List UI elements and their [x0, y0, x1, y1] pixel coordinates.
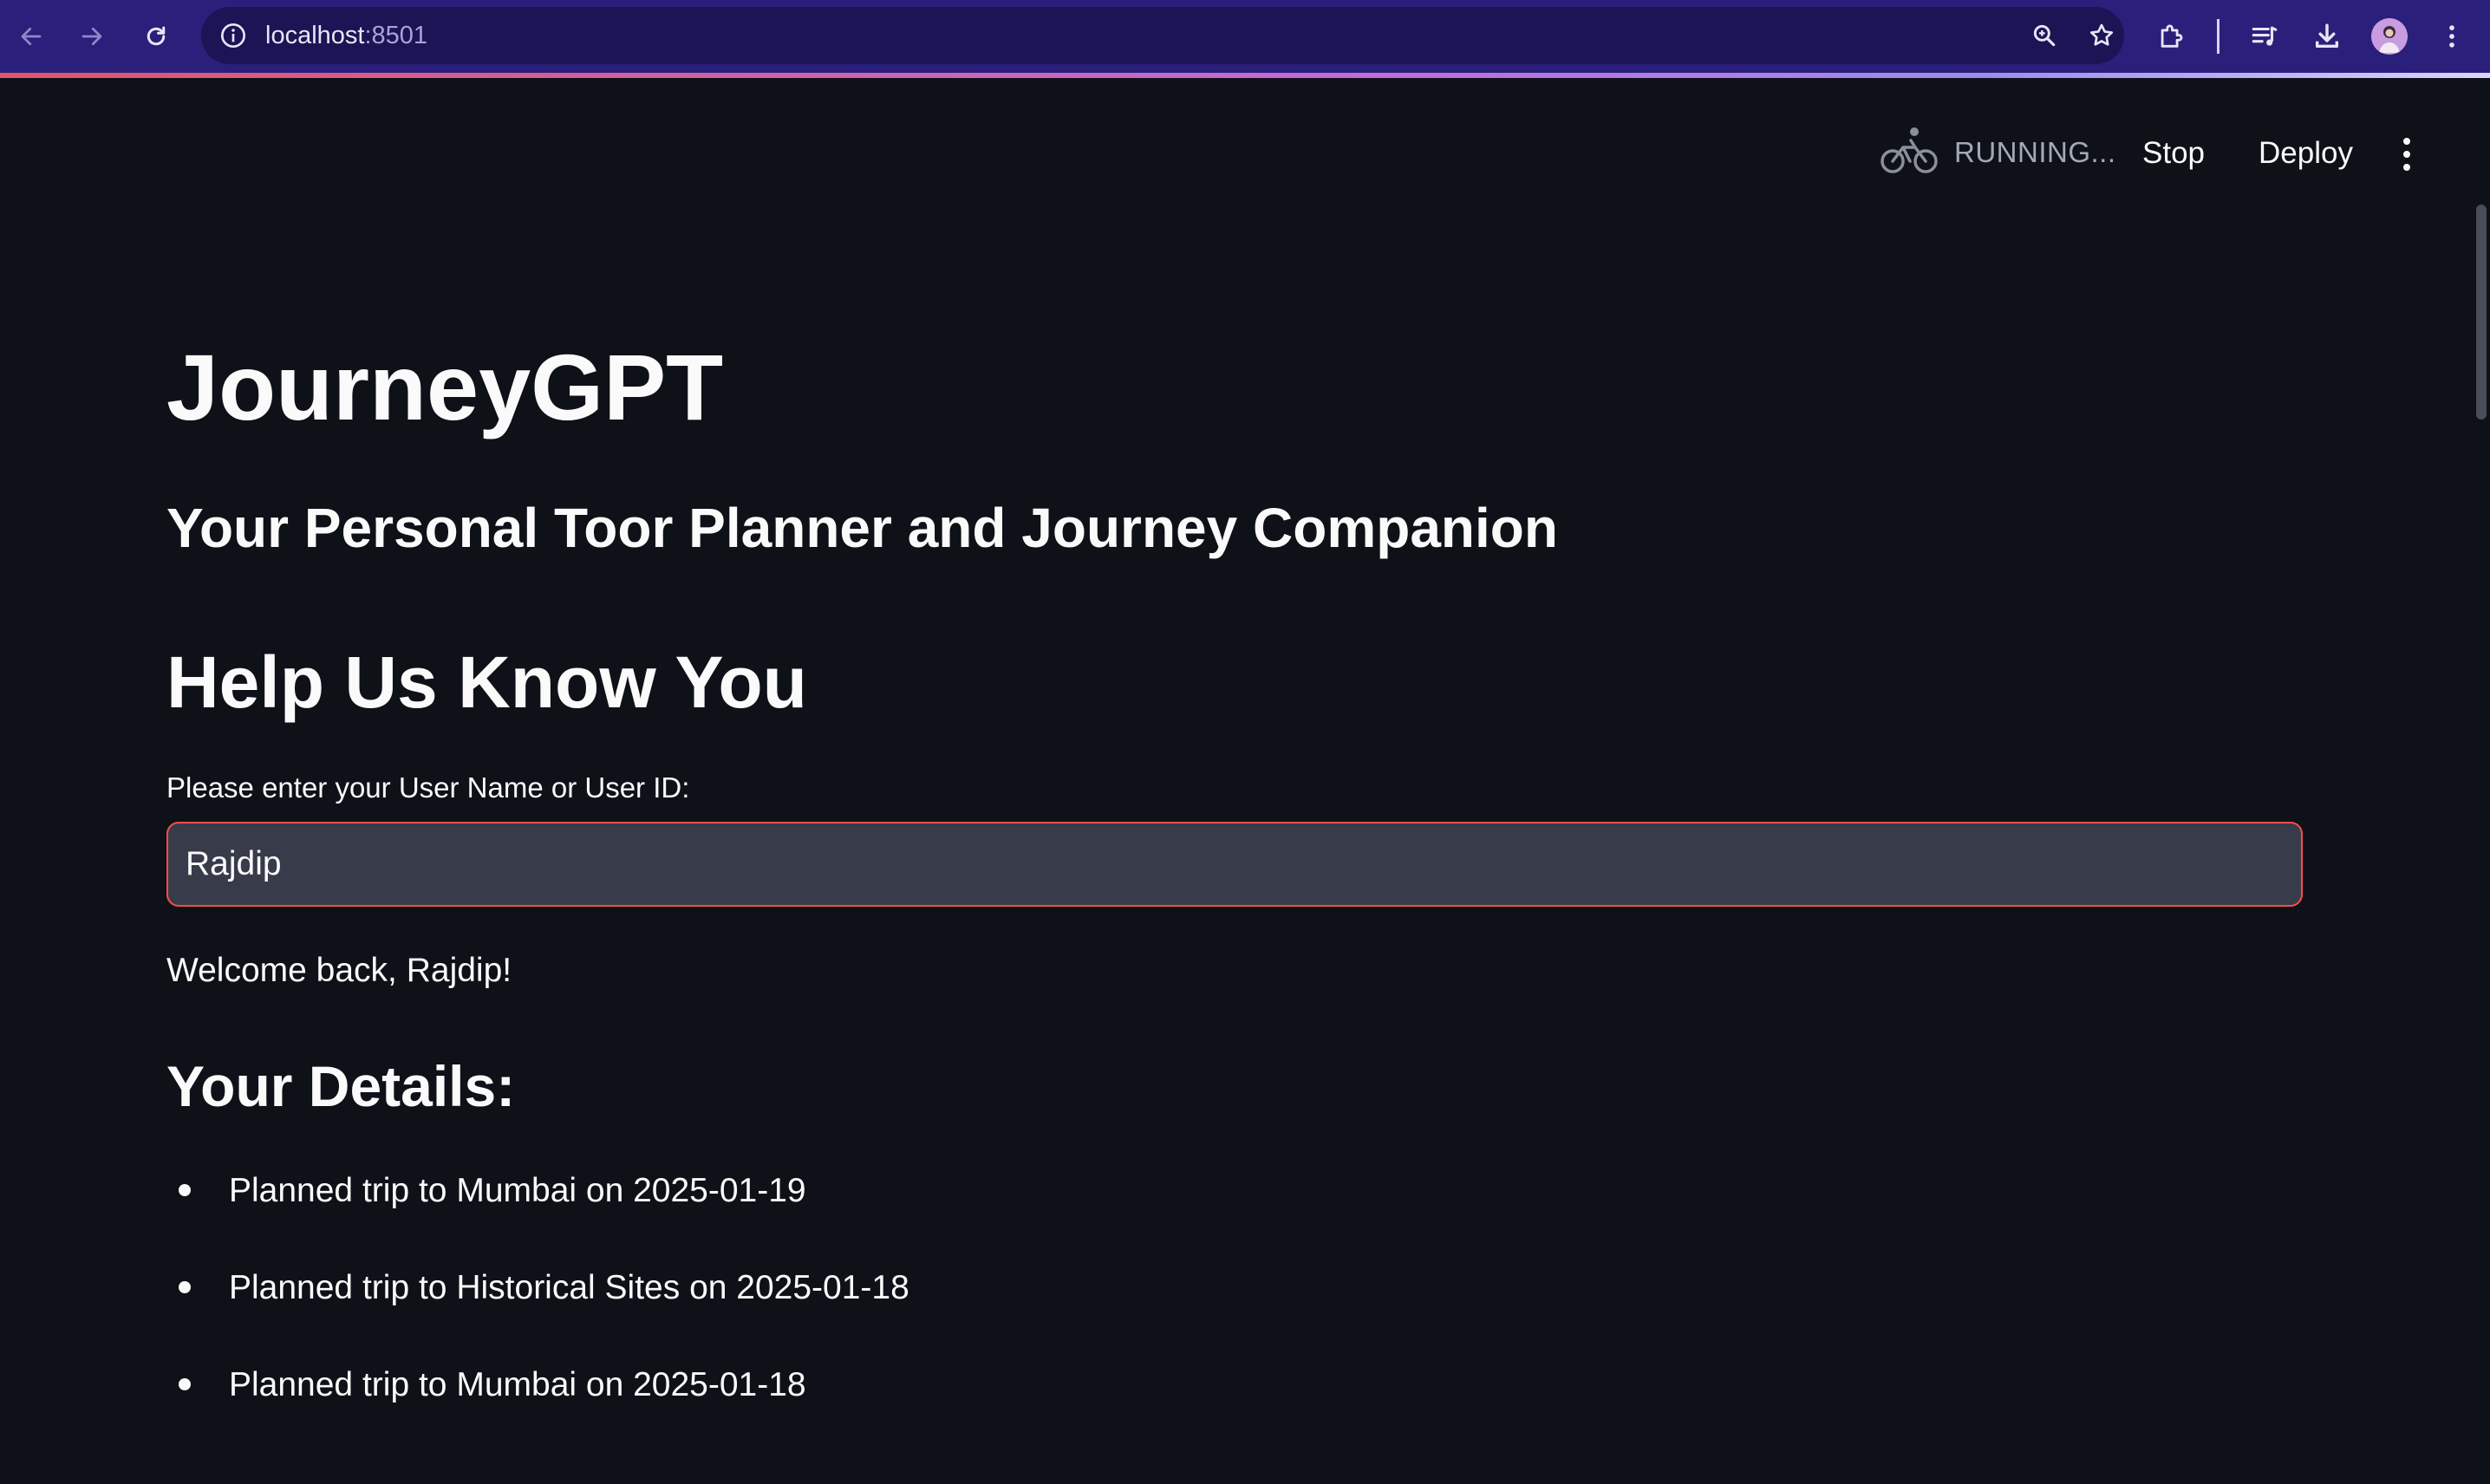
details-list: Planned trip to Mumbai on 2025-01-19 Pla…: [166, 1165, 909, 1456]
list-item-text: Planned trip to Historical Sites on 2025…: [229, 1269, 909, 1306]
reload-icon[interactable]: [137, 17, 175, 55]
list-item: Planned trip to Historical Sites on 2025…: [166, 1262, 909, 1359]
list-item: Planned trip to Mumbai on 2025-01-18: [166, 1359, 909, 1456]
bicycle-running-icon: [1880, 125, 1939, 181]
site-info-icon[interactable]: [218, 21, 248, 50]
bullet: [179, 1184, 191, 1196]
list-item: Planned trip to Mumbai on 2025-01-19: [166, 1165, 909, 1262]
list-item-text: Planned trip to Mumbai on 2025-01-18: [229, 1366, 806, 1403]
forward-arrow-icon[interactable]: [73, 17, 111, 55]
page-subtitle: Your Personal Toor Planner and Journey C…: [166, 497, 1558, 559]
details-heading: Your Details:: [166, 1054, 516, 1118]
section-title: Help Us Know You: [166, 641, 807, 723]
welcome-message: Welcome back, Rajdip!: [166, 952, 512, 989]
url-text: localhost:8501: [265, 7, 427, 64]
url-port: :8501: [364, 22, 428, 49]
toolbar-divider: [2217, 19, 2219, 54]
download-icon[interactable]: [2306, 16, 2348, 57]
page-title: JourneyGPT: [166, 335, 724, 439]
bullet: [179, 1281, 191, 1293]
back-arrow-icon[interactable]: [12, 17, 50, 55]
scrollbar[interactable]: [2476, 205, 2487, 420]
profile-avatar[interactable]: [2371, 18, 2408, 55]
zoom-icon[interactable]: [2027, 18, 2062, 53]
browser-menu-icon[interactable]: [2431, 16, 2473, 57]
media-queue-icon[interactable]: [2244, 16, 2285, 57]
url-host: localhost: [265, 22, 365, 49]
loading-progress-bar: [0, 73, 2490, 78]
user-id-label: Please enter your User Name or User ID:: [166, 771, 690, 804]
running-status: RUNNING...: [1880, 126, 2116, 179]
app-menu-icon[interactable]: [2391, 135, 2422, 173]
deploy-button[interactable]: Deploy: [2259, 132, 2353, 175]
stop-button[interactable]: Stop: [2142, 132, 2205, 175]
extensions-icon[interactable]: [2150, 16, 2192, 57]
browser-toolbar: localhost:8501: [0, 0, 2490, 73]
running-label: RUNNING...: [1954, 136, 2116, 168]
bookmark-star-icon[interactable]: [2084, 18, 2119, 53]
list-item-text: Planned trip to Mumbai on 2025-01-19: [229, 1172, 806, 1209]
address-bar[interactable]: localhost:8501: [201, 7, 2124, 64]
bullet: [179, 1378, 191, 1390]
user-id-input[interactable]: [166, 822, 2303, 907]
